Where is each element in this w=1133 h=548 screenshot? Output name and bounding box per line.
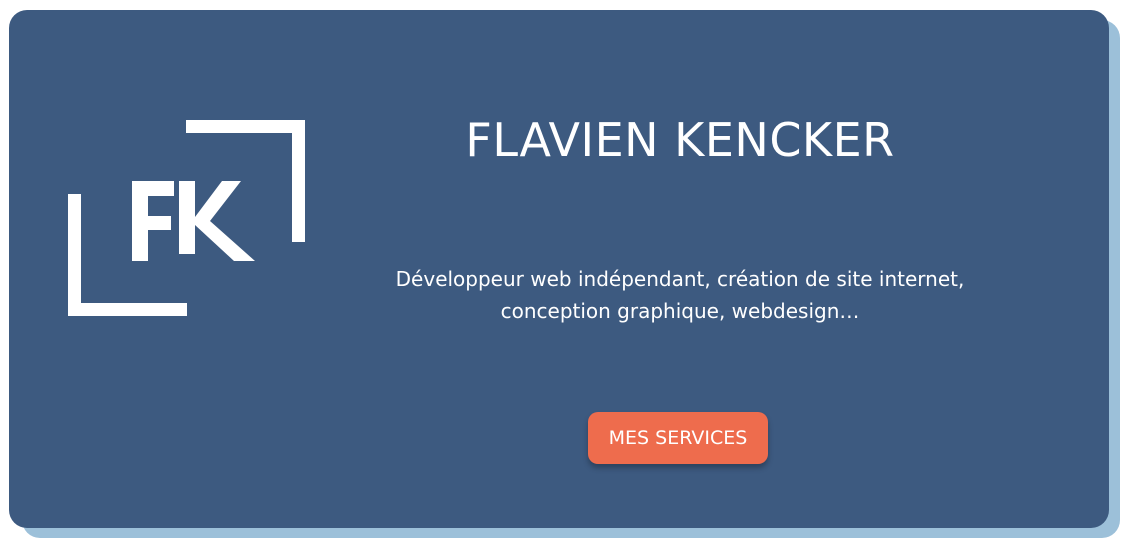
page-title: FLAVIEN KENCKER <box>465 113 895 167</box>
fk-logo <box>59 110 305 316</box>
hero-stage: FLAVIEN KENCKER Développeur web indépend… <box>0 0 1133 548</box>
services-button[interactable]: MES SERVICES <box>588 412 768 464</box>
tagline-line-2: conception graphique, webdesign… <box>500 299 860 323</box>
tagline: Développeur web indépendant, création de… <box>330 263 1030 327</box>
fk-logo-mark <box>68 120 305 316</box>
tagline-line-1: Développeur web indépendant, création de… <box>395 267 965 291</box>
